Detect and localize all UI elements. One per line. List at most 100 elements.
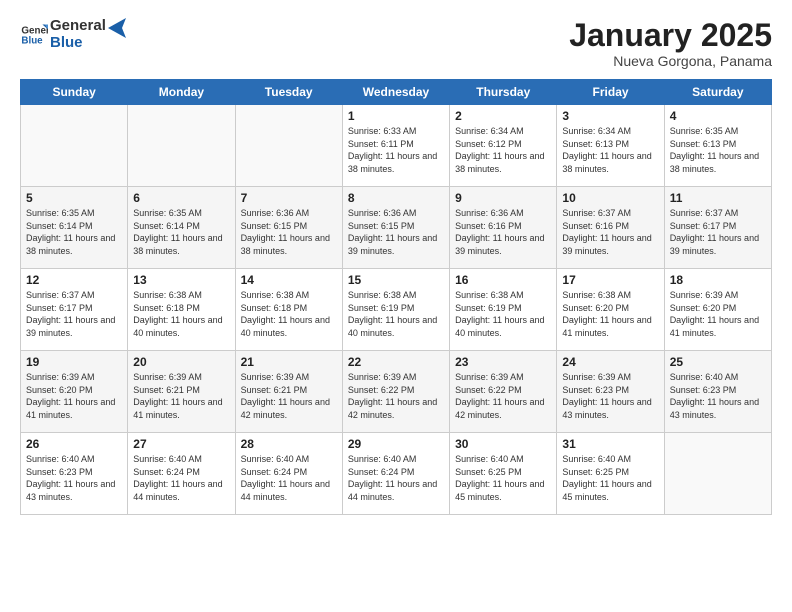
day-number: 1 xyxy=(348,109,444,123)
day-number: 3 xyxy=(562,109,658,123)
table-row: 10 Sunrise: 6:37 AM Sunset: 6:16 PM Dayli… xyxy=(557,187,664,269)
day-number: 20 xyxy=(133,355,229,369)
day-number: 7 xyxy=(241,191,337,205)
table-row xyxy=(235,105,342,187)
page: General Blue General Blue January 2025 N… xyxy=(0,0,792,612)
day-number: 29 xyxy=(348,437,444,451)
day-info: Sunrise: 6:36 AM Sunset: 6:15 PM Dayligh… xyxy=(241,207,337,257)
month-title: January 2025 xyxy=(569,18,772,53)
calendar-week-row: 26 Sunrise: 6:40 AM Sunset: 6:23 PM Dayli… xyxy=(21,433,772,515)
logo-icon: General Blue xyxy=(20,21,48,49)
day-info: Sunrise: 6:38 AM Sunset: 6:18 PM Dayligh… xyxy=(241,289,337,339)
day-number: 4 xyxy=(670,109,766,123)
table-row: 16Sunrise: 6:38 AM Sunset: 6:19 PM Dayli… xyxy=(450,269,557,351)
table-row xyxy=(664,433,771,515)
day-info: Sunrise: 6:37 AM Sunset: 6:16 PM Dayligh… xyxy=(562,207,658,257)
col-sunday: Sunday xyxy=(21,80,128,105)
day-number: 13 xyxy=(133,273,229,287)
table-row: 2 Sunrise: 6:34 AM Sunset: 6:12 PM Daylig… xyxy=(450,105,557,187)
table-row: 1Sunrise: 6:33 AM Sunset: 6:11 PM Daylig… xyxy=(342,105,449,187)
day-info: Sunrise: 6:35 AM Sunset: 6:13 PM Dayligh… xyxy=(670,125,766,175)
day-number: 24 xyxy=(562,355,658,369)
day-number: 22 xyxy=(348,355,444,369)
logo-bird-icon xyxy=(108,18,126,38)
day-info: Sunrise: 6:39 AM Sunset: 6:20 PM Dayligh… xyxy=(670,289,766,339)
days-header-row: Sunday Monday Tuesday Wednesday Thursday… xyxy=(21,80,772,105)
day-info: Sunrise: 6:34 AM Sunset: 6:13 PM Dayligh… xyxy=(562,125,658,175)
table-row: 24 Sunrise: 6:39 AM Sunset: 6:23 PM Dayli… xyxy=(557,351,664,433)
header: General Blue General Blue January 2025 N… xyxy=(20,18,772,69)
table-row: 27Sunrise: 6:40 AM Sunset: 6:24 PM Dayli… xyxy=(128,433,235,515)
location-subtitle: Nueva Gorgona, Panama xyxy=(569,53,772,69)
day-info: Sunrise: 6:40 AM Sunset: 6:24 PM Dayligh… xyxy=(241,453,337,503)
col-wednesday: Wednesday xyxy=(342,80,449,105)
day-number: 19 xyxy=(26,355,122,369)
day-info: Sunrise: 6:39 AM Sunset: 6:21 PM Dayligh… xyxy=(241,371,337,421)
day-number: 9 xyxy=(455,191,551,205)
table-row: 15Sunrise: 6:38 AM Sunset: 6:19 PM Dayli… xyxy=(342,269,449,351)
day-number: 2 xyxy=(455,109,551,123)
day-number: 5 xyxy=(26,191,122,205)
day-number: 12 xyxy=(26,273,122,287)
table-row: 14 Sunrise: 6:38 AM Sunset: 6:18 PM Dayli… xyxy=(235,269,342,351)
day-info: Sunrise: 6:40 AM Sunset: 6:23 PM Dayligh… xyxy=(670,371,766,421)
day-info: Sunrise: 6:40 AM Sunset: 6:25 PM Dayligh… xyxy=(455,453,551,503)
day-number: 30 xyxy=(455,437,551,451)
day-number: 17 xyxy=(562,273,658,287)
day-info: Sunrise: 6:39 AM Sunset: 6:21 PM Dayligh… xyxy=(133,371,229,421)
col-friday: Friday xyxy=(557,80,664,105)
table-row: 30 Sunrise: 6:40 AM Sunset: 6:25 PM Dayli… xyxy=(450,433,557,515)
logo-general: General xyxy=(50,18,106,35)
day-info: Sunrise: 6:37 AM Sunset: 6:17 PM Dayligh… xyxy=(26,289,122,339)
day-number: 14 xyxy=(241,273,337,287)
day-number: 31 xyxy=(562,437,658,451)
day-info: Sunrise: 6:39 AM Sunset: 6:23 PM Dayligh… xyxy=(562,371,658,421)
day-number: 15 xyxy=(348,273,444,287)
day-number: 18 xyxy=(670,273,766,287)
calendar-week-row: 12 Sunrise: 6:37 AM Sunset: 6:17 PM Dayli… xyxy=(21,269,772,351)
day-info: Sunrise: 6:38 AM Sunset: 6:18 PM Dayligh… xyxy=(133,289,229,339)
table-row: 19 Sunrise: 6:39 AM Sunset: 6:20 PM Dayli… xyxy=(21,351,128,433)
col-thursday: Thursday xyxy=(450,80,557,105)
day-info: Sunrise: 6:40 AM Sunset: 6:24 PM Dayligh… xyxy=(133,453,229,503)
table-row: 17 Sunrise: 6:38 AM Sunset: 6:20 PM Dayli… xyxy=(557,269,664,351)
col-saturday: Saturday xyxy=(664,80,771,105)
day-number: 26 xyxy=(26,437,122,451)
day-info: Sunrise: 6:40 AM Sunset: 6:24 PM Dayligh… xyxy=(348,453,444,503)
table-row: 25Sunrise: 6:40 AM Sunset: 6:23 PM Dayli… xyxy=(664,351,771,433)
table-row: 3 Sunrise: 6:34 AM Sunset: 6:13 PM Daylig… xyxy=(557,105,664,187)
day-number: 6 xyxy=(133,191,229,205)
table-row xyxy=(21,105,128,187)
table-row: 5Sunrise: 6:35 AM Sunset: 6:14 PM Daylig… xyxy=(21,187,128,269)
day-info: Sunrise: 6:39 AM Sunset: 6:20 PM Dayligh… xyxy=(26,371,122,421)
table-row: 20 Sunrise: 6:39 AM Sunset: 6:21 PM Dayli… xyxy=(128,351,235,433)
table-row: 8Sunrise: 6:36 AM Sunset: 6:15 PM Daylig… xyxy=(342,187,449,269)
calendar-week-row: 5 Sunrise: 6:35 AM Sunset: 6:14 PM Daylig… xyxy=(21,187,772,269)
table-row: 13 Sunrise: 6:38 AM Sunset: 6:18 PM Dayli… xyxy=(128,269,235,351)
day-number: 11 xyxy=(670,191,766,205)
day-info: Sunrise: 6:38 AM Sunset: 6:20 PM Dayligh… xyxy=(562,289,658,339)
logo-blue: Blue xyxy=(50,35,106,52)
table-row: 21 Sunrise: 6:39 AM Sunset: 6:21 PM Dayli… xyxy=(235,351,342,433)
day-info: Sunrise: 6:38 AM Sunset: 6:19 PM Dayligh… xyxy=(455,289,551,339)
day-info: Sunrise: 6:36 AM Sunset: 6:16 PM Dayligh… xyxy=(455,207,551,257)
day-info: Sunrise: 6:40 AM Sunset: 6:23 PM Dayligh… xyxy=(26,453,122,503)
day-number: 21 xyxy=(241,355,337,369)
title-block: January 2025 Nueva Gorgona, Panama xyxy=(569,18,772,69)
col-monday: Monday xyxy=(128,80,235,105)
day-info: Sunrise: 6:36 AM Sunset: 6:15 PM Dayligh… xyxy=(348,207,444,257)
table-row: 28Sunrise: 6:40 AM Sunset: 6:24 PM Dayli… xyxy=(235,433,342,515)
table-row: 12 Sunrise: 6:37 AM Sunset: 6:17 PM Dayli… xyxy=(21,269,128,351)
day-info: Sunrise: 6:34 AM Sunset: 6:12 PM Dayligh… xyxy=(455,125,551,175)
logo: General Blue General Blue xyxy=(20,18,126,51)
day-info: Sunrise: 6:35 AM Sunset: 6:14 PM Dayligh… xyxy=(133,207,229,257)
table-row: 29 Sunrise: 6:40 AM Sunset: 6:24 PM Dayli… xyxy=(342,433,449,515)
day-info: Sunrise: 6:39 AM Sunset: 6:22 PM Dayligh… xyxy=(455,371,551,421)
table-row: 31 Sunrise: 6:40 AM Sunset: 6:25 PM Dayli… xyxy=(557,433,664,515)
table-row: 9 Sunrise: 6:36 AM Sunset: 6:16 PM Daylig… xyxy=(450,187,557,269)
table-row xyxy=(128,105,235,187)
day-number: 10 xyxy=(562,191,658,205)
table-row: 11Sunrise: 6:37 AM Sunset: 6:17 PM Dayli… xyxy=(664,187,771,269)
calendar-week-row: 19 Sunrise: 6:39 AM Sunset: 6:20 PM Dayli… xyxy=(21,351,772,433)
day-info: Sunrise: 6:40 AM Sunset: 6:25 PM Dayligh… xyxy=(562,453,658,503)
